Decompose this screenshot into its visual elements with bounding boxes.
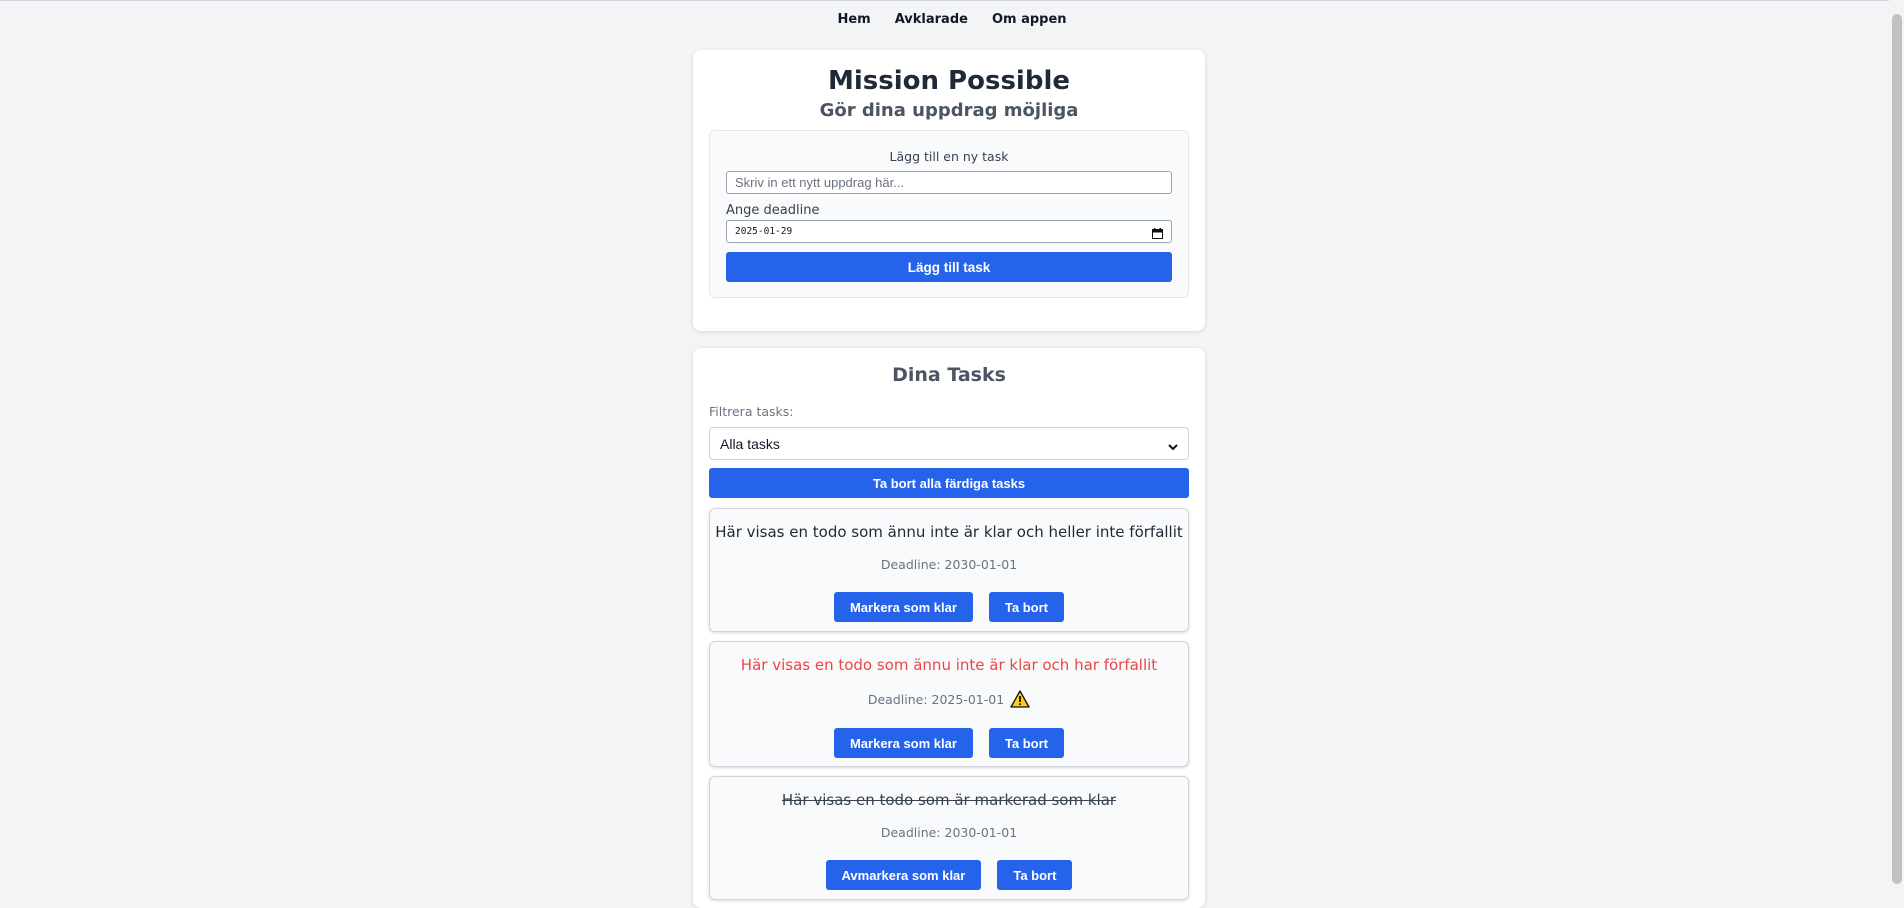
delete-task-button[interactable]: Ta bort [988,592,1065,622]
tasks-card: Dina Tasks Filtrera tasks: Alla tasks Ta… [693,348,1205,908]
task-item: Här visas en todo som ännu inte är klar … [709,641,1189,767]
warning-icon [1010,690,1030,708]
task-actions: Markera som klar Ta bort [710,592,1188,622]
deadline-label: Ange deadline [726,203,820,218]
main-nav: Hem Avklarade Om appen [0,0,1904,38]
task-deadline-text: Deadline: 2030-01-01 [880,825,1018,840]
task-input[interactable] [726,171,1172,194]
scrollbar-thumb[interactable] [1892,14,1902,884]
task-deadline: Deadline: 2030-01-01 [710,557,1188,572]
task-actions: Markera som klar Ta bort [710,728,1188,758]
task-item: Här visas en todo som är markerad som kl… [709,776,1189,900]
app-subtitle: Gör dina uppdrag möjliga [819,100,1079,121]
nav-link-home[interactable]: Hem [837,12,870,27]
delete-task-button[interactable]: Ta bort [988,728,1065,758]
add-task-button[interactable]: Lägg till task [726,252,1172,282]
nav-link-about[interactable]: Om appen [992,12,1067,27]
filter-select[interactable]: Alla tasks [709,427,1189,460]
form-heading: Lägg till en ny task [889,149,1009,164]
task-deadline-text: Deadline: 2025-01-01 [867,691,1005,707]
unmark-done-button[interactable]: Avmarkera som klar [825,860,982,890]
task-item: Här visas en todo som ännu inte är klar … [709,508,1189,632]
page-scrollbar[interactable] [1889,0,1904,902]
filter-selected-value: Alla tasks [720,435,780,452]
mark-done-button[interactable]: Markera som klar [833,592,973,622]
add-task-card: Mission Possible Gör dina uppdrag möjlig… [693,50,1205,331]
clear-done-button[interactable]: Ta bort alla färdiga tasks [709,468,1189,498]
nav-link-completed[interactable]: Avklarade [895,12,968,27]
mark-done-button[interactable]: Markera som klar [833,728,973,758]
deadline-date-value: 2025-01-29 [735,226,793,237]
task-text: Här visas en todo som ännu inte är klar … [740,656,1158,674]
calendar-icon[interactable] [1152,226,1163,239]
task-actions: Avmarkera som klar Ta bort [710,860,1188,890]
tasks-title: Dina Tasks [892,364,1006,386]
delete-task-button[interactable]: Ta bort [997,860,1073,890]
app-title: Mission Possible [827,66,1070,96]
task-deadline-text: Deadline: 2030-01-01 [880,557,1018,572]
task-text: Här visas en todo som är markerad som kl… [781,791,1117,809]
task-text: Här visas en todo som ännu inte är klar … [715,523,1183,541]
deadline-date-input[interactable]: 2025-01-29 [726,220,1172,243]
add-task-form: Lägg till en ny task Ange deadline 2025-… [709,130,1189,298]
chevron-down-icon [1168,439,1178,450]
task-deadline: Deadline: 2030-01-01 [710,825,1188,840]
filter-label: Filtrera tasks: [709,404,794,419]
task-deadline: Deadline: 2025-01-01 [710,690,1188,708]
